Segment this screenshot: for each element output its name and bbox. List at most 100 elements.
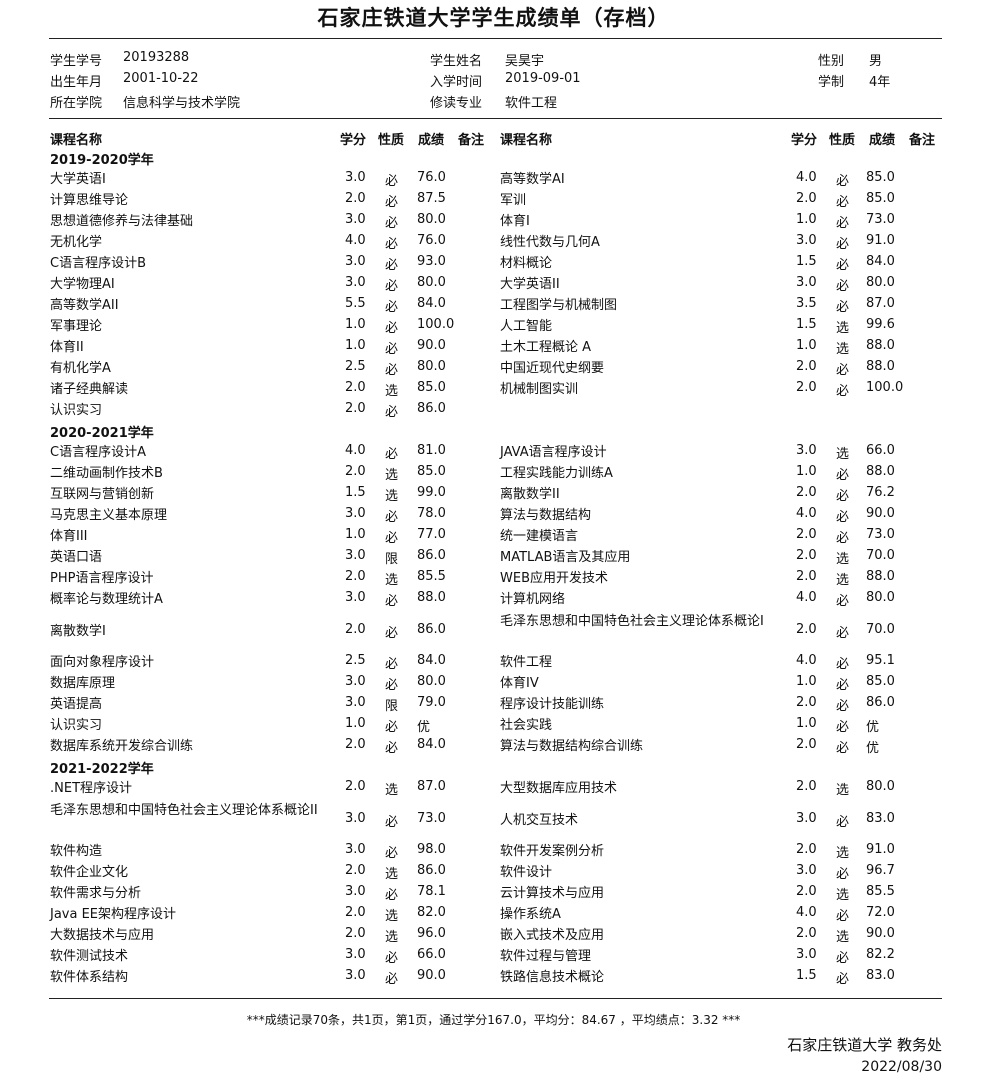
course-name-right: 大型数据库应用技术: [500, 781, 618, 796]
course-credit-right: 2.0: [796, 359, 817, 374]
course-score-right: 88.0: [866, 464, 895, 479]
course-type-right: 必: [836, 678, 850, 693]
course-score-right: 73.0: [866, 212, 895, 227]
course-type-right: 选: [836, 342, 850, 357]
course-score-left: 86.0: [417, 548, 446, 563]
course-score-right: 91.0: [866, 842, 895, 857]
course-type-right: 必: [836, 909, 850, 924]
course-type-left: 选: [385, 930, 399, 945]
course-type-left: 限: [385, 552, 399, 567]
course-score-right: 70.0: [866, 621, 895, 637]
info-value: 2019-09-01: [505, 71, 581, 86]
course-type-right: 必: [836, 279, 850, 294]
course-credit-left: 1.0: [345, 338, 366, 353]
course-type-left: 选: [385, 573, 399, 588]
course-name-right: 程序设计技能训练: [500, 697, 605, 712]
course-type-right: 必: [836, 195, 850, 210]
course-name-left: 计算思维导论: [50, 193, 129, 208]
col-header-course-right: 课程名称: [500, 133, 553, 148]
course-score-left: 86.0: [417, 621, 446, 637]
course-type-right: 必: [836, 972, 850, 987]
course-name-left: 英语提高: [50, 697, 103, 712]
course-score-right: 85.0: [866, 191, 895, 206]
info-label: 入学时间: [430, 75, 483, 90]
course-score-right: 85.0: [866, 674, 895, 689]
course-score-left: 86.0: [417, 863, 446, 878]
issue-date: 2022/08/30: [861, 1059, 942, 1075]
course-name-left: 概率论与数理统计A: [50, 592, 163, 607]
course-type-right: 必: [836, 625, 850, 641]
course-score-right: 优: [866, 741, 880, 756]
course-credit-right: 4.0: [796, 905, 817, 920]
course-type-left: 必: [385, 363, 399, 378]
course-name-right: MATLAB语言及其应用: [500, 550, 631, 565]
info-label: 修读专业: [430, 96, 483, 111]
course-score-right: 86.0: [866, 695, 895, 710]
course-score-left: 85.5: [417, 569, 446, 584]
course-type-left: 必: [385, 657, 399, 672]
course-credit-left: 3.0: [345, 548, 366, 563]
course-type-right: 必: [836, 594, 850, 609]
course-score-right: 80.0: [866, 779, 895, 794]
course-name-right: JAVA语言程序设计: [500, 445, 607, 460]
course-score-left: 100.0: [417, 317, 455, 332]
course-type-left: 选: [385, 384, 399, 399]
course-credit-right: 2.0: [796, 842, 817, 857]
course-score-left: 80.0: [417, 674, 446, 689]
course-credit-left: 3.0: [345, 842, 366, 857]
col-header-score-right: 成绩: [869, 133, 896, 148]
course-score-right: 66.0: [866, 443, 895, 458]
course-type-left: 必: [385, 258, 399, 273]
course-name-right: 材料概论: [500, 256, 553, 271]
course-type-left: 必: [385, 342, 399, 357]
course-credit-left: 2.0: [345, 863, 366, 878]
course-score-left: 80.0: [417, 359, 446, 374]
course-credit-right: 2.0: [796, 779, 817, 794]
course-credit-left: 1.5: [345, 485, 366, 500]
course-credit-right: 1.0: [796, 716, 817, 731]
course-score-right: 96.7: [866, 863, 895, 878]
course-type-left: 必: [385, 678, 399, 693]
course-name-left: C语言程序设计A: [50, 445, 146, 460]
course-name-left: PHP语言程序设计: [50, 571, 154, 586]
course-type-right: 必: [836, 814, 850, 830]
course-score-left: 80.0: [417, 275, 446, 290]
course-type-left: 必: [385, 531, 399, 546]
course-score-left: 84.0: [417, 737, 446, 752]
course-type-left: 必: [385, 174, 399, 189]
course-credit-right: 4.0: [796, 653, 817, 668]
course-type-left: 必: [385, 720, 399, 735]
course-credit-left: 2.0: [345, 926, 366, 941]
course-credit-right: 3.0: [796, 863, 817, 878]
col-header-credit-right: 学分: [791, 133, 818, 148]
course-name-left: 软件需求与分析: [50, 886, 142, 901]
course-name-right: 软件工程: [500, 655, 553, 670]
course-score-left: 73.0: [417, 810, 446, 826]
info-label: 学生姓名: [430, 54, 483, 69]
course-name-left: 诸子经典解读: [50, 382, 129, 397]
course-name-left: 体育II: [50, 340, 84, 355]
course-credit-left: 2.5: [345, 359, 366, 374]
course-credit-right: 2.0: [796, 569, 817, 584]
course-credit-left: 3.0: [345, 275, 366, 290]
course-name-right: 操作系统A: [500, 907, 561, 922]
course-name-left: 大学英语I: [50, 172, 106, 187]
course-type-right: 必: [836, 951, 850, 966]
course-credit-left: 5.5: [345, 296, 366, 311]
course-name-left: 无机化学: [50, 235, 103, 250]
course-credit-right: 2.0: [796, 380, 817, 395]
course-credit-left: 2.0: [345, 401, 366, 416]
course-credit-right: 2.0: [796, 548, 817, 563]
course-score-left: 87.0: [417, 779, 446, 794]
course-score-right: 70.0: [866, 548, 895, 563]
course-score-right: 80.0: [866, 275, 895, 290]
course-name-left: 互联网与营销创新: [50, 487, 155, 502]
course-score-left: 77.0: [417, 527, 446, 542]
course-name-right: 算法与数据结构: [500, 508, 592, 523]
course-type-right: 选: [836, 930, 850, 945]
course-score-left: 84.0: [417, 653, 446, 668]
course-name-left: 军事理论: [50, 319, 103, 334]
course-name-right: 机械制图实训: [500, 382, 579, 397]
course-score-right: 90.0: [866, 506, 895, 521]
course-credit-right: 3.0: [796, 233, 817, 248]
